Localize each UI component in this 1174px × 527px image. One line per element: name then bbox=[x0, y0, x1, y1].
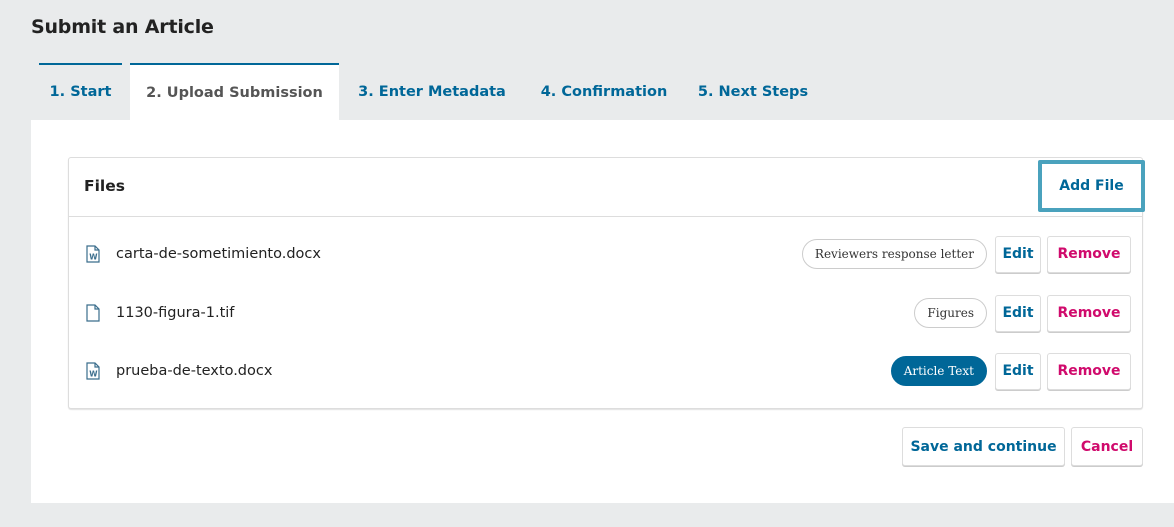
remove-file-button[interactable]: Remove bbox=[1047, 352, 1131, 390]
genre-badge: Figures bbox=[914, 298, 987, 328]
file-row: W carta-de-sometimiento.docx Reviewers r… bbox=[69, 225, 1142, 283]
page-bottom bbox=[0, 503, 1174, 527]
file-row-actions: Figures Edit Remove bbox=[914, 294, 1131, 332]
svg-text:W: W bbox=[89, 370, 98, 379]
file-row: W prueba-de-texto.docx Article Text Edit… bbox=[69, 342, 1142, 400]
tab-confirmation[interactable]: 4. Confirmation bbox=[525, 63, 683, 120]
genre-badge: Article Text bbox=[890, 356, 987, 386]
files-panel: Files Add File W carta-de-sometimiento.d… bbox=[68, 157, 1145, 409]
file-name[interactable]: carta-de-sometimiento.docx bbox=[116, 246, 321, 262]
file-name[interactable]: 1130-figura-1.tif bbox=[116, 305, 234, 321]
svg-text:W: W bbox=[89, 253, 98, 262]
file-row-actions: Reviewers response letter Edit Remove bbox=[801, 235, 1131, 273]
word-document-icon: W bbox=[86, 245, 100, 263]
tab-upload-submission[interactable]: 2. Upload Submission bbox=[130, 63, 339, 120]
submission-page: Submit an Article 1. Start 2. Upload Sub… bbox=[0, 0, 1174, 527]
word-document-icon: W bbox=[86, 362, 100, 380]
files-panel-title: Files bbox=[84, 177, 125, 195]
page-title: Submit an Article bbox=[31, 16, 214, 38]
edit-file-button[interactable]: Edit bbox=[995, 352, 1041, 390]
edit-file-button[interactable]: Edit bbox=[995, 235, 1041, 273]
remove-file-button[interactable]: Remove bbox=[1047, 235, 1131, 273]
tab-start[interactable]: 1. Start bbox=[31, 63, 130, 120]
remove-file-button[interactable]: Remove bbox=[1047, 294, 1131, 332]
add-file-button[interactable]: Add File bbox=[1044, 166, 1139, 206]
wizard-tabs: 1. Start 2. Upload Submission 3. Enter M… bbox=[31, 63, 823, 120]
save-and-continue-button[interactable]: Save and continue bbox=[902, 427, 1065, 466]
tab-enter-metadata[interactable]: 3. Enter Metadata bbox=[339, 63, 525, 120]
file-row: 1130-figura-1.tif Figures Edit Remove bbox=[69, 284, 1142, 342]
genre-badge: Reviewers response letter bbox=[801, 239, 987, 269]
tab-next-steps[interactable]: 5. Next Steps bbox=[683, 63, 823, 120]
cancel-button[interactable]: Cancel bbox=[1071, 427, 1143, 466]
edit-file-button[interactable]: Edit bbox=[995, 294, 1041, 332]
file-name[interactable]: prueba-de-texto.docx bbox=[116, 363, 272, 379]
file-icon bbox=[86, 304, 100, 322]
form-actions: Save and continue Cancel bbox=[902, 427, 1143, 466]
file-row-actions: Article Text Edit Remove bbox=[890, 352, 1131, 390]
add-file-highlight: Add File bbox=[1038, 160, 1145, 212]
files-panel-header: Files Add File bbox=[69, 158, 1145, 217]
